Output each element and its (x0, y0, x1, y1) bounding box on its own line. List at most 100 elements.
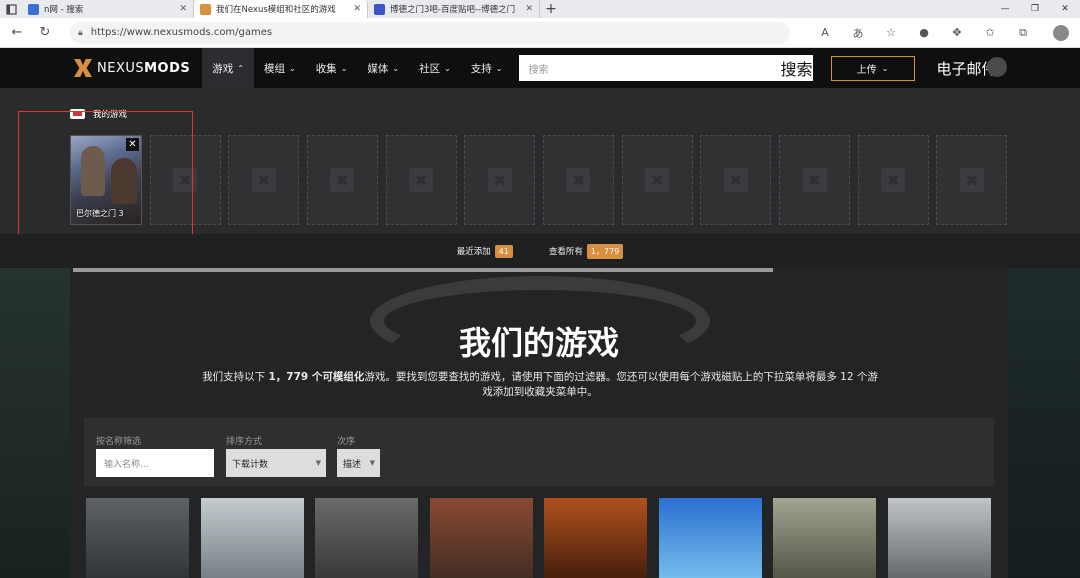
nav-collections[interactable]: 收集 ⌄ (306, 48, 358, 88)
chevron-down-icon: ⌄ (881, 63, 889, 73)
refresh-icon[interactable]: ↻ (34, 25, 56, 40)
favorite-add-icon[interactable]: ☆ (880, 26, 902, 39)
upload-button[interactable]: 上传 ⌄ (830, 55, 915, 81)
order-label: 次序 (337, 437, 356, 447)
read-aloud-icon[interactable]: A (814, 26, 836, 39)
url-field[interactable]: 🔒︎ https://www.nexusmods.com/games (70, 21, 790, 44)
browser-toolbar: A あ ☆ ● ✥ ✩ ⧉ (814, 24, 1069, 41)
browser-tab-2[interactable]: 我们在Nexus模组和社区的游戏 ✕ (194, 0, 368, 18)
games-main: 我们的游戏 我们支持以下 1，779 个可模组化游戏。要找到您要查找的游戏，请使… (0, 268, 1080, 578)
logo-mods-text: MODS (144, 60, 191, 76)
games-count-bar: 最近添加 41 查看所有 1，779 (0, 234, 1080, 268)
new-tab-button[interactable]: + (540, 1, 562, 17)
sort-select[interactable]: 下载计数 ▼ (226, 449, 326, 477)
main-nav: 游戏 ⌃ 模组 ⌄ 收集 ⌄ 媒体 ⌄ 社区 ⌄ 支持 ⌄ (202, 48, 512, 88)
extension-icon[interactable]: ● (913, 26, 935, 39)
desc-prefix: 我们支持以下 (202, 371, 269, 383)
window-controls: — ❐ ✕ (990, 0, 1080, 18)
chevron-down-icon: ⌄ (495, 63, 503, 73)
game-tile-skyrim-se[interactable] (86, 498, 189, 578)
nav-label: 游戏 (212, 62, 234, 75)
game-tile-fallout-4[interactable] (315, 498, 418, 578)
nav-games[interactable]: 游戏 ⌃ (202, 48, 254, 88)
game-tile-fallout-nv[interactable] (429, 498, 533, 578)
background-art-right (1008, 268, 1080, 578)
favorites-icon[interactable]: ✩ (979, 26, 1001, 39)
browser-tabstrip: n网 - 搜索 ✕ 我们在Nexus模组和社区的游戏 ✕ 博德之门3吧-百度贴吧… (0, 0, 1080, 18)
sort-label: 排序方式 (226, 437, 263, 447)
tab-title: n网 - 搜索 (44, 5, 84, 15)
nexus-placeholder-icon: ✖ (330, 168, 355, 192)
nav-label: 支持 (470, 62, 492, 75)
sort-value: 下载计数 (232, 459, 269, 470)
baidu-favicon-icon (374, 3, 385, 15)
empty-slot: ✖ (700, 135, 772, 225)
translate-icon[interactable]: あ (847, 25, 869, 41)
tab-close-icon[interactable]: ✕ (525, 4, 533, 14)
browser-tab-3[interactable]: 博德之门3吧-百度贴吧--博德之门 ✕ (368, 0, 540, 18)
puzzle-icon[interactable]: ✥ (946, 26, 968, 39)
recently-added-link[interactable]: 最近添加 41 (457, 244, 513, 258)
search-placeholder: 搜索 (528, 64, 549, 76)
order-value: 描述 (343, 459, 362, 470)
profile-icon[interactable] (1053, 24, 1069, 41)
browser-tab-1[interactable]: n网 - 搜索 ✕ (22, 0, 194, 18)
minimize-icon[interactable]: — (990, 0, 1020, 18)
game-tile-fallout-3[interactable] (773, 498, 876, 578)
chevron-down-icon: ⌄ (340, 63, 348, 73)
nexus-placeholder-icon: ✖ (251, 168, 276, 192)
address-bar: ← ↻ 🔒︎ https://www.nexusmods.com/games A… (0, 18, 1080, 48)
nav-label: 社区 (419, 62, 441, 75)
all-count-badge: 1，779 (586, 243, 624, 259)
empty-slot: ✖ (385, 135, 457, 225)
order-select[interactable]: 描述 ▼ (337, 449, 380, 477)
background-art-left (0, 268, 70, 578)
nav-community[interactable]: 社区 ⌄ (409, 48, 461, 88)
empty-slot: ✖ (936, 135, 1008, 225)
view-all-link[interactable]: 查看所有 1，779 (548, 243, 624, 259)
game-tile-witcher-3[interactable] (887, 498, 991, 578)
empty-slot: ✖ (464, 135, 536, 225)
nav-media[interactable]: 媒体 ⌄ (357, 48, 409, 88)
nexus-logo[interactable]: NEXUS MODS (74, 59, 190, 77)
upload-label: 上传 (856, 64, 877, 76)
collections-icon[interactable]: ⧉ (1012, 26, 1034, 40)
page-description: 我们支持以下 1，779 个可模组化游戏。要找到您要查找的游戏，请使用下面的过滤… (200, 370, 880, 400)
tab-title: 我们在Nexus模组和社区的游戏 (216, 5, 336, 15)
empty-slot: ✖ (621, 135, 693, 225)
games-content: 我们的游戏 我们支持以下 1，779 个可模组化游戏。要找到您要查找的游戏，请使… (70, 268, 1008, 578)
chevron-down-icon: ⌄ (288, 63, 296, 73)
empty-slot: ✖ (542, 135, 614, 225)
tab-close-icon[interactable]: ✕ (179, 4, 187, 14)
all-label: 查看所有 (548, 247, 583, 257)
caret-down-icon: ▼ (315, 459, 321, 467)
maximize-icon[interactable]: ❐ (1020, 0, 1050, 18)
nav-label: 收集 (315, 62, 337, 75)
nexus-placeholder-icon: ✖ (723, 168, 748, 192)
nav-mods[interactable]: 模组 ⌄ (254, 48, 306, 88)
page-title: 我们的游戏 (458, 324, 619, 362)
search-input[interactable]: 搜索 搜索 (518, 55, 813, 81)
game-tile-oblivion[interactable] (544, 498, 647, 578)
tab-close-icon[interactable]: ✕ (353, 4, 361, 14)
mail-label[interactable]: 电子邮件 (937, 56, 1007, 79)
tab-title: 博德之门3吧-百度贴吧--博德之门 (390, 5, 516, 15)
name-filter-input[interactable]: 输入名称... (96, 449, 214, 477)
back-icon[interactable]: ← (6, 25, 28, 40)
game-tile-stardew-valley[interactable] (658, 498, 762, 578)
chevron-down-icon: ⌄ (444, 63, 451, 73)
nexus-favicon-icon (200, 3, 211, 15)
close-window-icon[interactable]: ✕ (1050, 0, 1080, 18)
avatar[interactable] (986, 56, 1007, 77)
caret-down-icon: ▼ (369, 459, 375, 467)
nexus-logo-icon (74, 59, 92, 77)
chevron-down-icon: ⌄ (392, 63, 400, 73)
game-tile-skyrim[interactable] (200, 498, 304, 578)
nav-support[interactable]: 支持 ⌄ (461, 48, 513, 88)
desc-bold: 1，779 个可模组化 (268, 371, 365, 383)
tab-actions-icon[interactable] (0, 0, 22, 18)
nexus-placeholder-icon: ✖ (566, 168, 591, 192)
url-text: https://www.nexusmods.com/games (90, 27, 273, 38)
empty-slot: ✖ (306, 135, 378, 225)
annotation-highlight-box (18, 111, 193, 246)
